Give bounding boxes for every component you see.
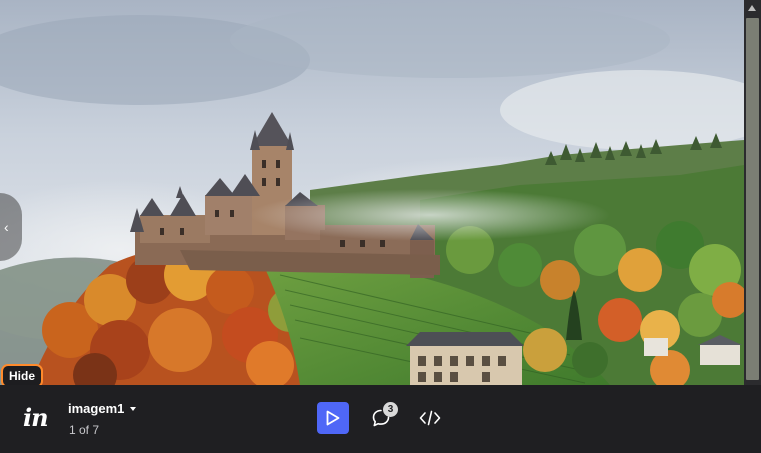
chevron-down-icon bbox=[130, 407, 137, 411]
screen-title: imagem1 bbox=[68, 401, 125, 416]
landscape-image bbox=[0, 0, 744, 385]
screen-counter: 1 of 7 bbox=[69, 423, 100, 437]
prototype-screen-image[interactable]: ‹ bbox=[0, 0, 744, 385]
preview-mode-button[interactable] bbox=[317, 402, 349, 434]
screen-selector[interactable]: imagem1 bbox=[68, 401, 137, 416]
code-icon bbox=[419, 410, 441, 426]
scrollbar-thumb[interactable] bbox=[746, 18, 759, 380]
invision-logo-icon[interactable]: in bbox=[23, 403, 49, 432]
comments-button[interactable]: 3 bbox=[369, 402, 401, 434]
chevron-left-icon: ‹ bbox=[4, 219, 9, 235]
inspect-code-button[interactable] bbox=[416, 402, 444, 434]
scroll-up-arrow-icon[interactable] bbox=[748, 5, 756, 11]
comment-count-badge: 3 bbox=[383, 402, 398, 417]
prototype-viewer: ‹ Hide in imagem1 1 of 7 3 bbox=[0, 0, 761, 453]
vertical-scrollbar[interactable] bbox=[744, 0, 761, 385]
play-icon bbox=[326, 410, 340, 426]
